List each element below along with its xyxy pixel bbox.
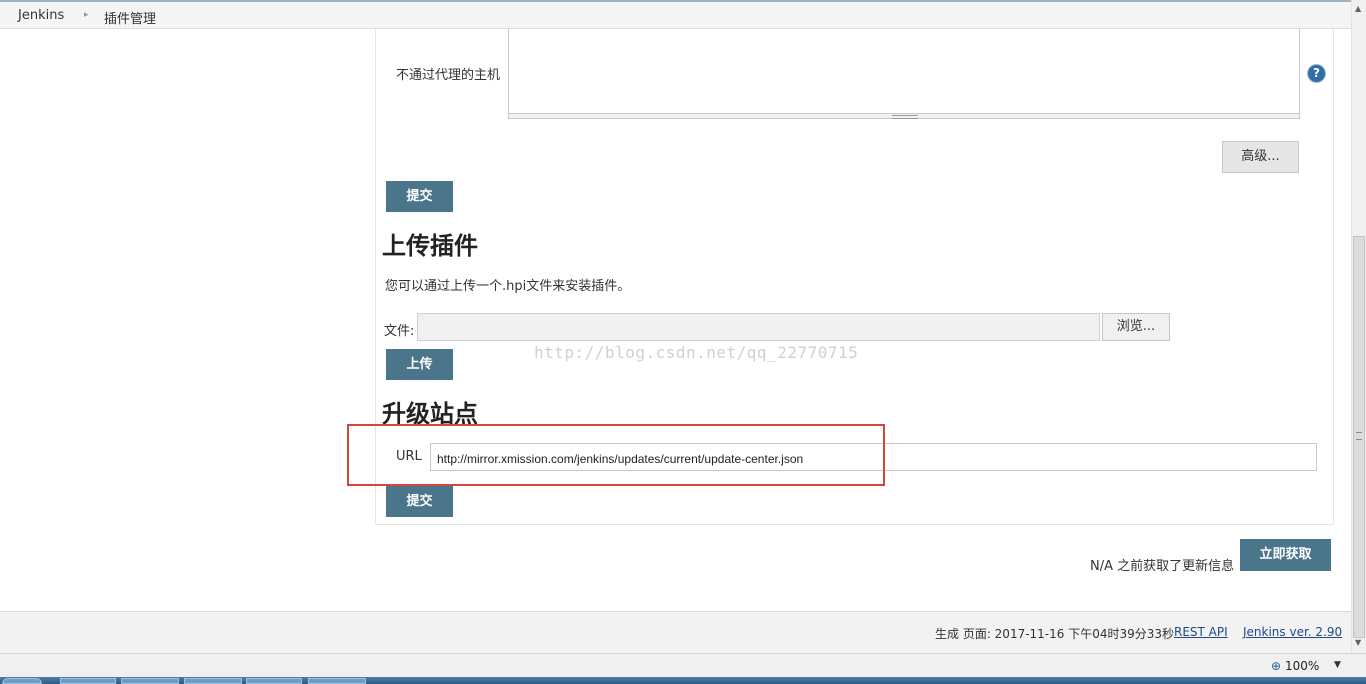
rest-api-link[interactable]: REST API [1174, 625, 1228, 639]
taskbar-app[interactable] [60, 678, 116, 684]
taskbar-app[interactable] [121, 678, 179, 684]
browser-status-bar: ⊕ 100% ▼ [0, 653, 1366, 677]
taskbar-app[interactable] [246, 678, 302, 684]
scroll-up-icon[interactable]: ▲ [1355, 4, 1361, 13]
breadcrumb-separator-icon: ▸ [84, 10, 89, 20]
resize-grip-icon [892, 115, 918, 119]
scrollbar-thumb[interactable] [1353, 236, 1365, 638]
taskbar-app[interactable] [184, 678, 242, 684]
advanced-button[interactable]: 高级... [1222, 141, 1299, 173]
generated-timestamp: 生成 页面: 2017-11-16 下午04时39分33秒 [935, 627, 1175, 641]
browse-button[interactable]: 浏览... [1102, 313, 1170, 341]
no-proxy-label: 不通过代理的主机 [396, 68, 501, 83]
page-scrollbar[interactable]: ▲ ▼ [1351, 0, 1366, 653]
start-button[interactable] [2, 678, 42, 684]
scroll-down-icon[interactable]: ▼ [1355, 638, 1361, 647]
jenkins-version-link[interactable]: Jenkins ver. 2.90 [1243, 625, 1342, 639]
zoom-icon[interactable]: ⊕ [1271, 659, 1281, 673]
highlight-annotation [347, 424, 885, 486]
grip-icon [1356, 432, 1362, 440]
breadcrumb: Jenkins ▸ 插件管理 [0, 0, 1351, 29]
fetch-status-text: N/A 之前获取了更新信息 [1090, 559, 1235, 574]
chevron-down-icon[interactable]: ▼ [1334, 660, 1341, 670]
breadcrumb-jenkins[interactable]: Jenkins [18, 8, 64, 23]
upload-description: 您可以通过上传一个.hpi文件来安装插件。 [385, 279, 631, 294]
file-label: 文件: [384, 324, 415, 339]
help-icon[interactable]: ? [1308, 65, 1325, 82]
upload-plugin-title: 上传插件 [382, 231, 478, 260]
zoom-level[interactable]: 100% [1285, 659, 1319, 673]
proxy-submit-button[interactable]: 提交 [386, 181, 453, 212]
update-site-submit-button[interactable]: 提交 [386, 486, 453, 517]
os-taskbar [0, 677, 1366, 684]
breadcrumb-plugin-manager[interactable]: 插件管理 [104, 8, 156, 27]
taskbar-app[interactable] [308, 678, 366, 684]
watermark: http://blog.csdn.net/qq_22770715 [534, 343, 859, 362]
fetch-now-button[interactable]: 立即获取 [1240, 539, 1331, 571]
file-input[interactable] [417, 313, 1100, 341]
upload-button[interactable]: 上传 [386, 349, 453, 380]
page-footer: 生成 页面: 2017-11-16 下午04时39分33秒 REST API J… [0, 611, 1351, 653]
textarea-resize-handle[interactable] [508, 113, 1300, 119]
no-proxy-textarea[interactable] [508, 29, 1300, 115]
